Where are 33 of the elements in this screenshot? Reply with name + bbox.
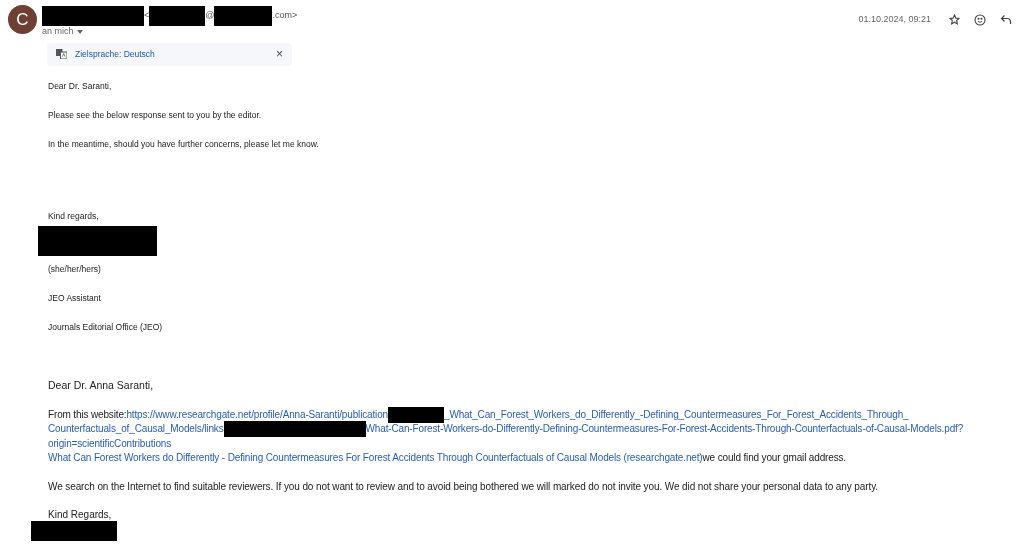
avatar: C bbox=[8, 5, 37, 34]
signature-line: Journals Editorial Office (JEO) bbox=[48, 321, 164, 333]
signature-line: (she/her/hers) bbox=[48, 263, 102, 275]
body-text: In the meantime, should you have further concerns, please let me know. bbox=[48, 138, 320, 150]
link[interactable]: What Can Forest Workers do Differently - Defining Countermeasures For Forest Accidents Through Counterfactuals of Causal Models (researchgate.net) bbox=[48, 451, 703, 466]
reply-icon[interactable] bbox=[1000, 14, 1012, 26]
greeting: Dear Dr. Anna Saranti, bbox=[48, 378, 155, 392]
translation-language-link[interactable]: Zielsprache: Deutsch bbox=[75, 47, 155, 61]
recipient-label: an mich bbox=[42, 25, 74, 38]
close-button[interactable]: × bbox=[276, 45, 283, 63]
redaction-bar bbox=[388, 406, 444, 423]
text: From this website: bbox=[48, 407, 127, 422]
redaction-bar bbox=[149, 6, 206, 26]
sender-text: < bbox=[144, 9, 150, 23]
sender-text: .com> bbox=[272, 9, 298, 23]
closing: Kind Regards, bbox=[48, 507, 113, 521]
link[interactable]: origin=scientificContributions bbox=[48, 436, 172, 451]
date: 01.10.2024, 09:21 bbox=[858, 13, 931, 26]
star-icon[interactable] bbox=[949, 14, 960, 26]
closing: Kind regards, bbox=[48, 210, 100, 222]
body-text: We search on the Internet to find suitable reviewers. If you do not want to review and to avoid being bothered we will marked do not invite you. We did not share your personal data to any party. bbox=[48, 479, 879, 493]
redaction-bar bbox=[214, 6, 273, 26]
link[interactable]: _What_Can_Forest_Workers_do_Differently_-Defining_Countermeasures_For_Forest_Accidents_Through_ bbox=[444, 407, 909, 422]
signature-line: JEO Assistant bbox=[48, 292, 102, 304]
greeting: Dear Dr. Saranti, bbox=[48, 80, 113, 92]
translate-icon[interactable] bbox=[56, 49, 67, 59]
emoji-icon[interactable] bbox=[974, 13, 986, 26]
text: we could find your gmail address. bbox=[702, 451, 846, 465]
link[interactable]: https://www.researchgate.net/profile/Anna-Saranti/publication bbox=[126, 407, 388, 422]
body-text: Please see the below response sent to you by the editor. bbox=[48, 109, 263, 121]
caret-icon[interactable] bbox=[76, 29, 83, 34]
link[interactable]: Counterfactuals_of_Causal_Models/links bbox=[48, 422, 224, 437]
sender-text: @ bbox=[205, 9, 215, 23]
